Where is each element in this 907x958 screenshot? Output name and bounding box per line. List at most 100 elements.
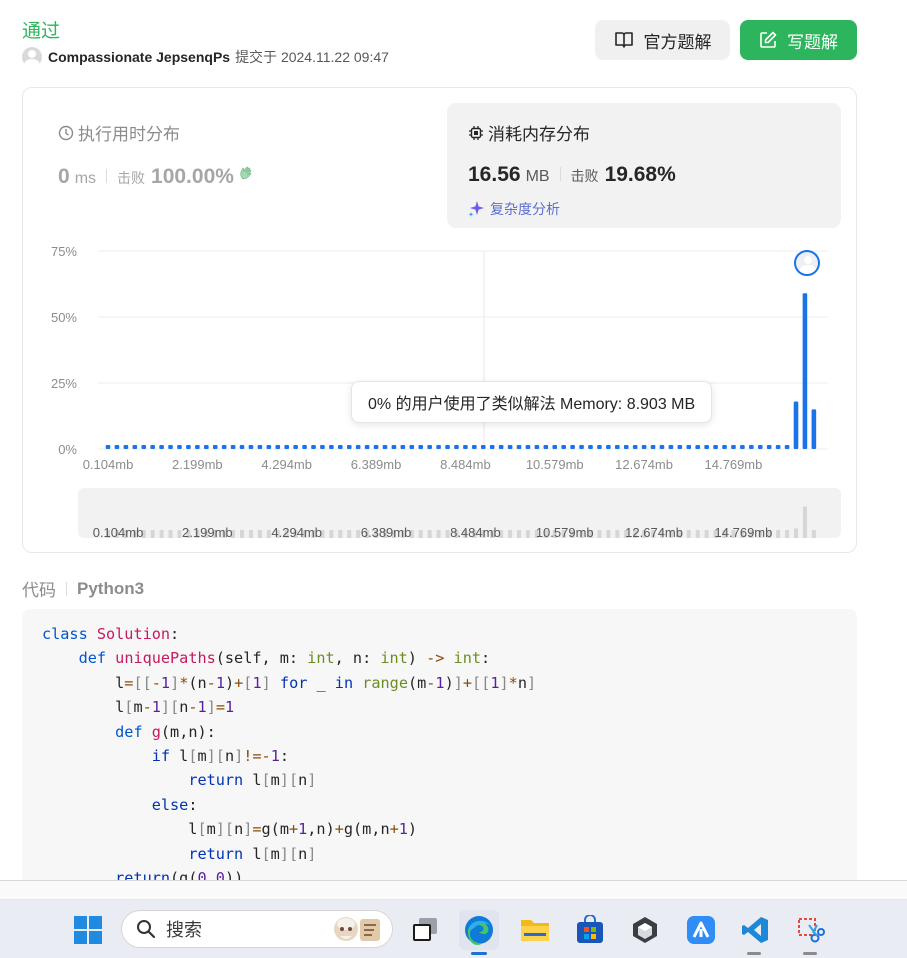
store-icon <box>577 915 603 943</box>
vscode-icon <box>742 917 768 943</box>
status-accepted: 通过 <box>22 21 61 42</box>
chart-bar <box>766 445 772 449</box>
chart-bar <box>346 445 352 449</box>
chart-bar <box>543 445 549 449</box>
avatar[interactable] <box>22 47 42 67</box>
book-icon <box>614 32 633 48</box>
minimap-bar <box>436 530 441 538</box>
submit-time: 提交于 2024.11.22 09:47 <box>235 49 389 65</box>
minimap-bar <box>418 530 423 538</box>
memory-distribution-chart[interactable]: 75% 50% 25% 0% 0.104mb 2.199mb 4.294mb 6.389mb 8… <box>23 88 856 552</box>
minimap-bar <box>776 530 781 538</box>
minimap-tick-label: 4.294mb <box>271 525 322 538</box>
minimap-bar <box>508 530 513 538</box>
chart-bar <box>498 445 504 449</box>
chart-bar <box>606 445 611 449</box>
minimap-bar <box>811 530 816 538</box>
minimap-bar <box>445 530 450 538</box>
minimap-bar <box>177 530 182 538</box>
chart-bar <box>480 445 486 449</box>
minimap-bar <box>686 530 691 538</box>
minimap-chart[interactable]: 0.104mb 2.199mb 4.294mb 6.389mb 8.484mb 10.57… <box>78 488 841 538</box>
minimap-bar <box>785 530 790 538</box>
chart-range-slider[interactable]: 0.104mb 2.199mb 4.294mb 6.389mb 8.484mb 10.57… <box>78 488 841 538</box>
write-solution-label: 写题解 <box>787 32 838 52</box>
edge-taskbar-button[interactable] <box>459 910 499 950</box>
chart-bar <box>704 445 709 449</box>
minimap-bar <box>695 530 700 538</box>
chart-bar <box>141 445 147 449</box>
file-explorer-button[interactable] <box>515 910 555 950</box>
vscode-button[interactable] <box>735 910 775 950</box>
minimap-bar <box>257 530 262 538</box>
chart-bar <box>757 445 763 449</box>
divider <box>66 581 67 596</box>
y-tick-label: 50% <box>51 310 77 325</box>
chart-bar <box>731 445 736 449</box>
x-tick-label: 10.579mb <box>526 457 584 472</box>
chart-bar <box>722 445 727 449</box>
author-line: Compassionate JepsenqPs 提交于 2024.11.22 0… <box>22 47 389 67</box>
chart-bar <box>311 445 316 449</box>
chart-bar <box>686 445 692 449</box>
chart-bar <box>659 445 665 449</box>
chart-bar <box>320 445 325 449</box>
y-tick-label: 25% <box>51 376 77 391</box>
chart-bar <box>579 445 584 449</box>
snipping-tool-button[interactable] <box>790 910 830 950</box>
chart-bar <box>489 445 495 449</box>
store-button[interactable] <box>570 910 610 950</box>
minimap-bar <box>704 530 709 538</box>
author-name[interactable]: Compassionate JepsenqPs <box>48 49 230 65</box>
taskbar-search[interactable]: 搜索 <box>121 910 393 948</box>
task-view-button[interactable] <box>405 910 445 950</box>
chart-bar <box>793 401 799 449</box>
y-tick-label: 0% <box>58 442 77 457</box>
x-tick-label: 6.389mb <box>351 457 402 472</box>
cube-app-icon <box>633 917 657 943</box>
write-solution-button[interactable]: 写题解 <box>740 20 857 60</box>
app-blue-button[interactable] <box>681 910 721 950</box>
stats-card: 执行用时分布 0 ms 击败 100.00% 消耗内存分布 16.56 MB 击… <box>22 87 857 553</box>
minimap-bar <box>517 530 522 538</box>
chart-bar <box>436 445 441 449</box>
chart-bar <box>597 445 602 449</box>
chart-bar <box>221 445 227 449</box>
chart-bar <box>552 445 558 449</box>
code-block[interactable]: class Solution: def uniquePaths(self, m:… <box>22 609 857 880</box>
chart-bar <box>355 445 361 449</box>
code-text[interactable]: class Solution: def uniquePaths(self, m:… <box>22 609 857 880</box>
task-view-icon <box>413 918 437 941</box>
x-tick-label: 4.294mb <box>261 457 312 472</box>
window-bottom-strip <box>0 881 907 900</box>
chart-bar <box>132 445 138 449</box>
windows-icon <box>74 916 102 944</box>
chart-bar <box>516 445 522 449</box>
minimap-bar <box>606 530 611 538</box>
chart-bar <box>525 445 531 449</box>
official-solution-button[interactable]: 官方题解 <box>595 20 730 60</box>
app-cube-button[interactable] <box>625 910 665 950</box>
chart-bar <box>740 445 745 449</box>
chart-bar <box>373 445 379 449</box>
chart-bar <box>114 445 120 449</box>
chart-bar <box>203 445 209 449</box>
minimap-tick-label: 6.389mb <box>361 525 412 538</box>
chart-bar <box>802 293 808 449</box>
minimap-bar <box>525 530 530 538</box>
edit-icon <box>760 31 777 48</box>
chart-bar <box>329 445 334 449</box>
user-avatar-marker[interactable] <box>794 250 820 276</box>
chart-bar <box>105 445 111 449</box>
chart-bar <box>382 445 388 449</box>
scissors-icon <box>798 918 825 943</box>
minimap-bar <box>338 530 343 538</box>
start-button[interactable] <box>68 910 108 950</box>
code-header: 代码 Python3 <box>22 576 144 601</box>
chart-bar <box>811 409 817 449</box>
chart-bar <box>418 445 424 449</box>
chart-bar <box>784 445 790 449</box>
minimap-tick-label: 12.674mb <box>625 525 683 538</box>
chart-bar <box>677 445 683 449</box>
minimap-bar <box>347 530 352 538</box>
